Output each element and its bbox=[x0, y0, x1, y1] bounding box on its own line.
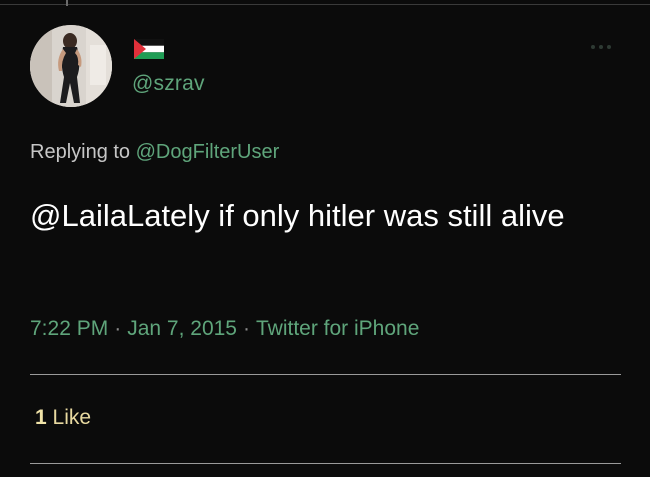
like-label: Like bbox=[52, 406, 92, 429]
palestine-flag-icon bbox=[134, 39, 164, 59]
dot-icon bbox=[599, 45, 603, 49]
replying-prefix: Replying to bbox=[30, 141, 131, 163]
divider bbox=[30, 374, 621, 375]
replying-to-handle[interactable]: @DogFilterUser bbox=[136, 141, 280, 163]
avatar-photo bbox=[30, 25, 112, 107]
user-handle[interactable]: @szrav bbox=[132, 72, 205, 96]
scroll-indicator bbox=[66, 0, 68, 6]
tweet-source[interactable]: Twitter for iPhone bbox=[256, 317, 419, 340]
meta-separator: · bbox=[114, 317, 122, 340]
meta-separator: · bbox=[242, 317, 250, 340]
likes-stat[interactable]: 1 Like bbox=[35, 406, 91, 430]
tweet-metadata: 7:22 PM · Jan 7, 2015 · Twitter for iPhone bbox=[30, 317, 419, 341]
dot-icon bbox=[607, 45, 611, 49]
avatar[interactable] bbox=[30, 25, 112, 107]
replying-to-line: Replying to @DogFilterUser bbox=[30, 141, 279, 164]
like-count: 1 bbox=[35, 406, 47, 429]
tweet-time[interactable]: 7:22 PM bbox=[30, 317, 108, 340]
divider bbox=[30, 463, 621, 464]
top-border bbox=[0, 4, 650, 5]
more-options-icon[interactable] bbox=[591, 43, 619, 51]
dot-icon bbox=[591, 45, 595, 49]
tweet-date[interactable]: Jan 7, 2015 bbox=[127, 317, 237, 340]
tweet-text: @LailaLately if only hitler was still al… bbox=[30, 198, 565, 233]
